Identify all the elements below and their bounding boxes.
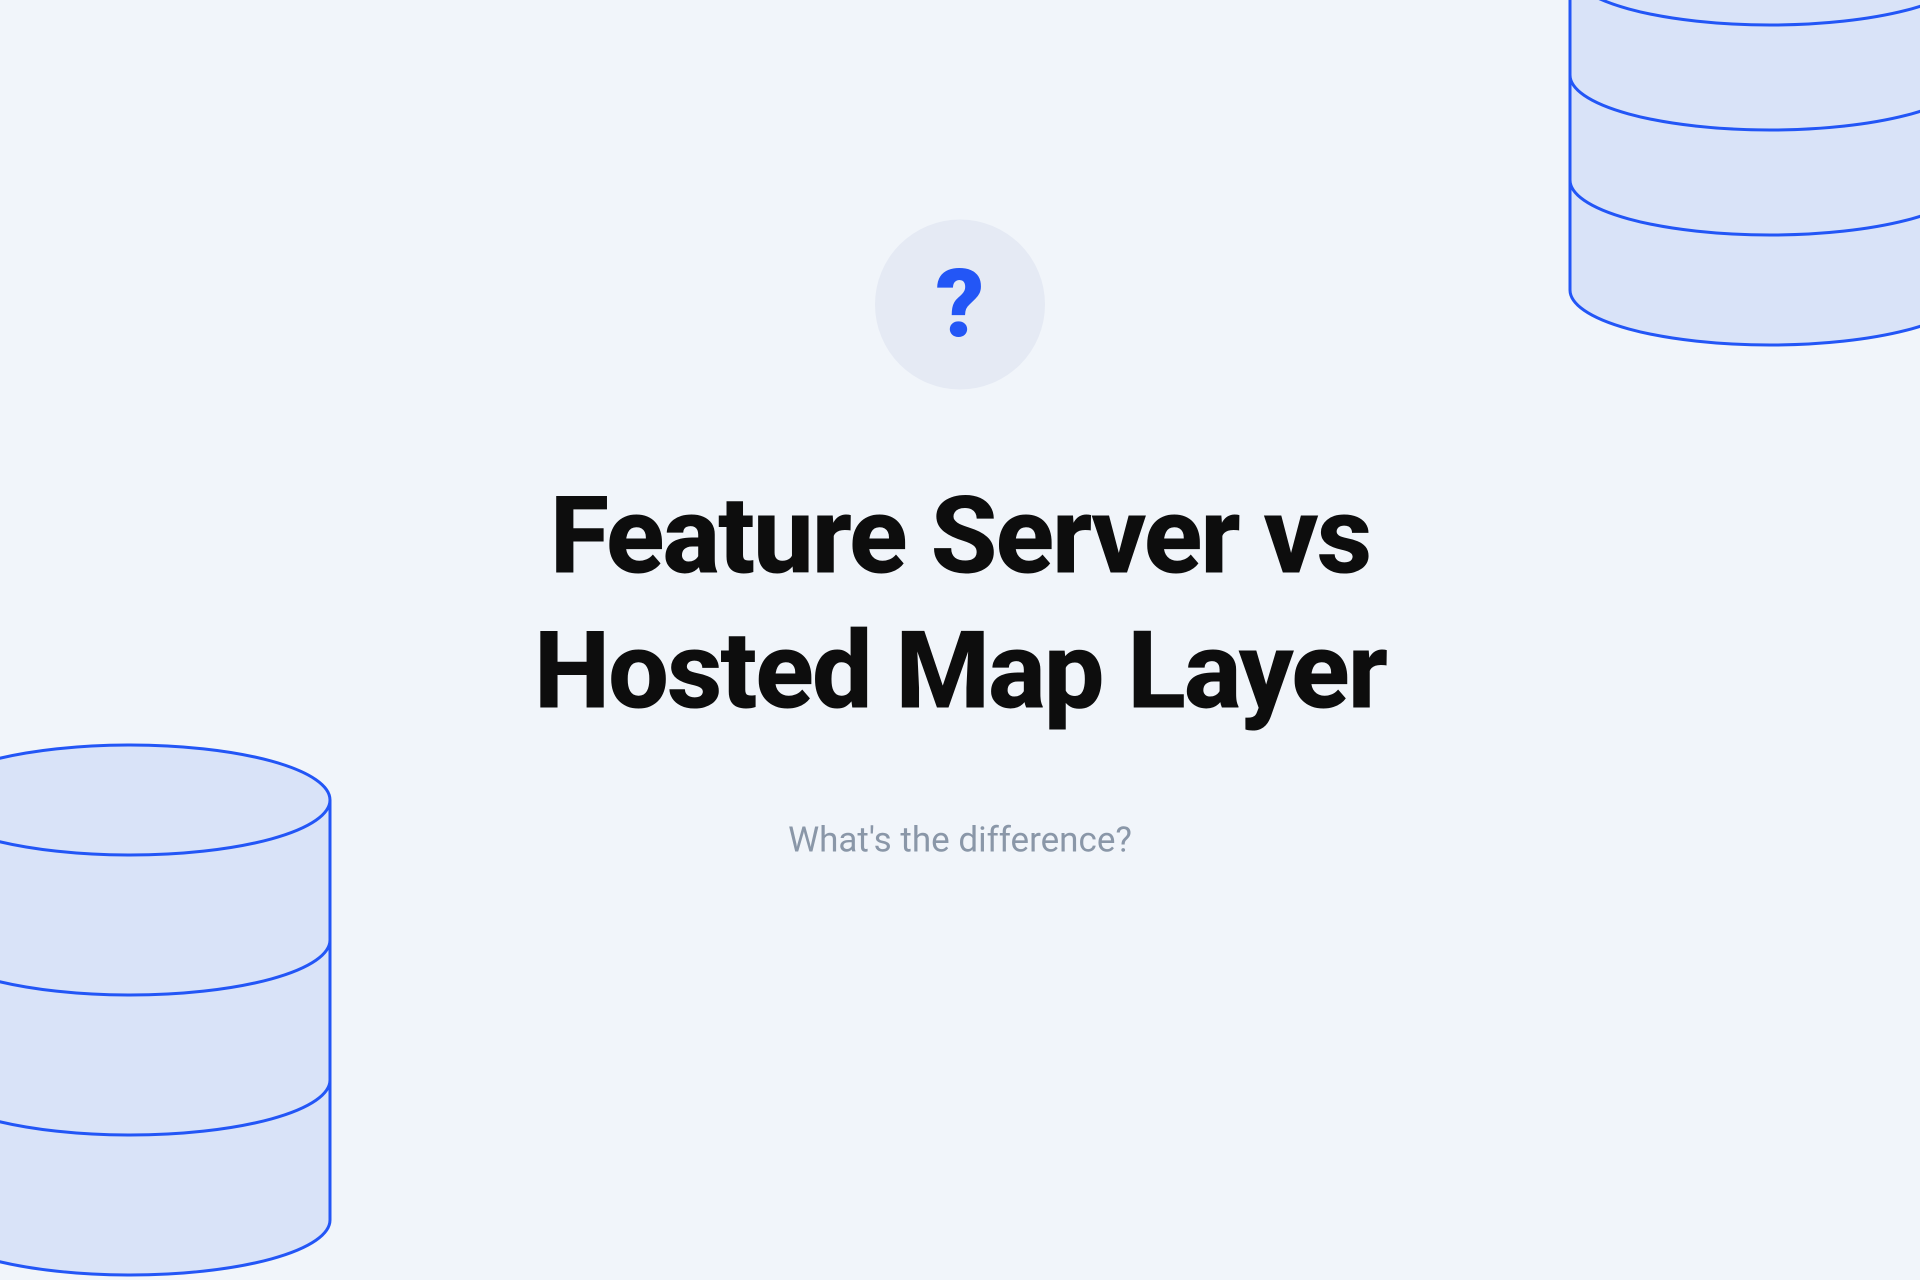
page-title: Feature Server vs Hosted Map Layer bbox=[0, 470, 1920, 740]
title-line-2: Hosted Map Layer bbox=[534, 609, 1386, 735]
title-line-1: Feature Server vs bbox=[550, 474, 1370, 600]
question-mark-icon: ? bbox=[936, 257, 984, 352]
page-subtitle: What's the difference? bbox=[0, 820, 1920, 861]
question-icon-badge: ? bbox=[875, 220, 1045, 390]
main-content: ? Feature Server vs Hosted Map Layer Wha… bbox=[0, 220, 1920, 861]
